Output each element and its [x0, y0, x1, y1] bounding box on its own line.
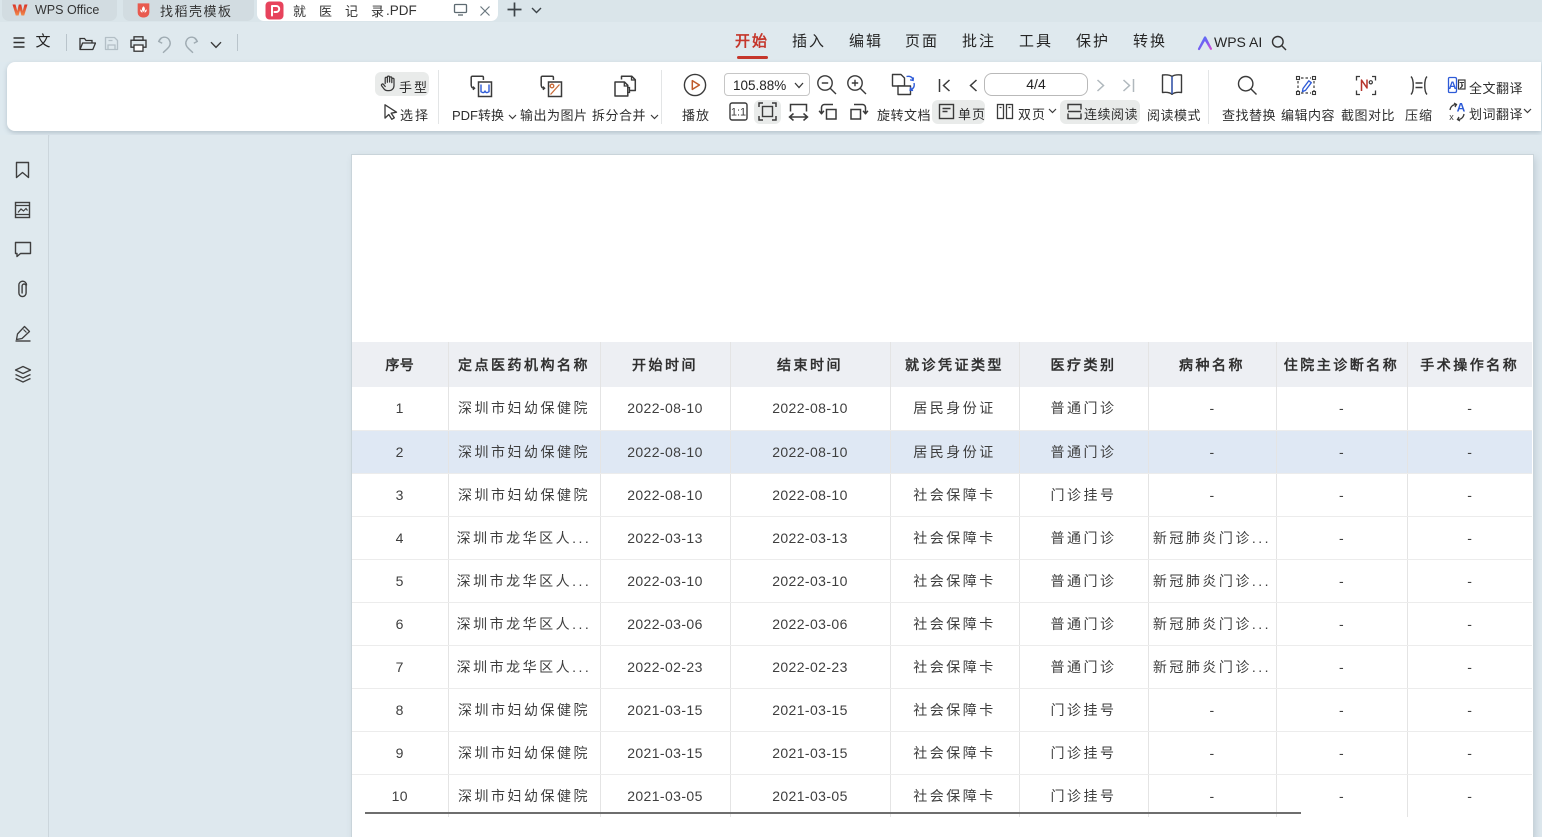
svg-text:1:1: 1:1	[731, 107, 746, 119]
svg-text:A: A	[1457, 102, 1466, 115]
svg-text:A: A	[1449, 80, 1457, 92]
svg-text:x: x	[1449, 112, 1454, 122]
